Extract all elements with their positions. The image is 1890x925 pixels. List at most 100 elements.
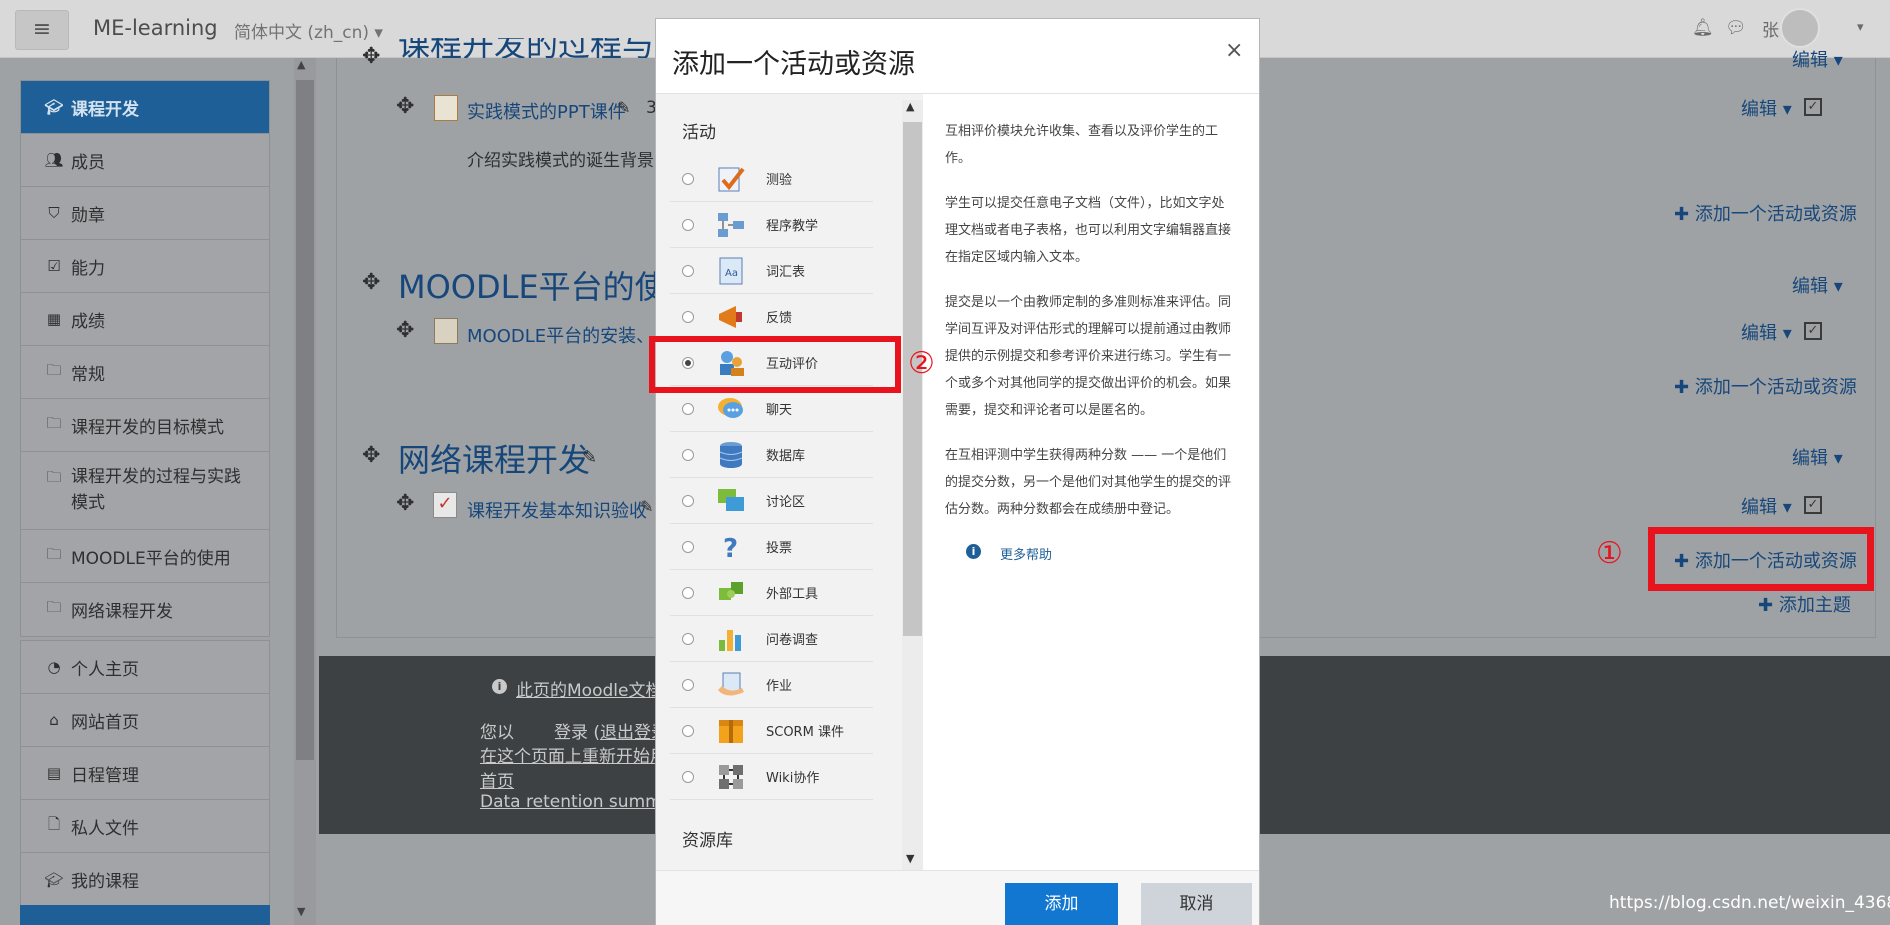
sidebar-item-my-courses[interactable]: 🎓︎ 我的课程 — [21, 853, 269, 906]
module-option-assignment[interactable]: 作业 — [670, 662, 873, 708]
bar-chart-icon — [716, 624, 746, 654]
module-option-feedback[interactable]: 反馈 — [670, 294, 873, 340]
avatar[interactable] — [1780, 8, 1820, 48]
add-topic-link[interactable]: ✚ 添加主题 — [1758, 591, 1851, 617]
sidebar-item-general[interactable]: 🗀 常规 — [21, 346, 269, 399]
folder-icon: 🗀 — [46, 468, 62, 486]
module-option-lesson[interactable]: 程序教学 — [670, 202, 873, 248]
radio-button[interactable] — [682, 264, 694, 277]
move-icon[interactable]: ✥ — [362, 44, 380, 69]
completion-checkbox[interactable]: ✓ — [1804, 322, 1822, 340]
messages-icon[interactable]: 💬︎ — [1725, 18, 1747, 38]
nav-drawer-site: ◔ 个人主页 ⌂ 网站首页 ▤ 日程管理 🗋 私人文件 🎓︎ 我的课程 — [20, 640, 270, 907]
reset-tour-link[interactable]: 在这个页面上重新开始用 — [480, 742, 667, 767]
scroll-down-icon[interactable]: ▼ — [906, 852, 914, 865]
users-icon: 👥︎ — [44, 151, 64, 169]
table-icon: ▦ — [46, 310, 62, 328]
completion-checkbox[interactable]: ✓ — [1804, 496, 1822, 514]
scroll-up-icon[interactable]: ▲ — [906, 100, 914, 113]
sidebar-item-moodle[interactable]: 🗀 MOODLE平台的使用 — [21, 530, 269, 583]
activity-edit-menu[interactable]: 编辑 ▾ — [1741, 95, 1792, 121]
sidebar-item-goal-model[interactable]: 🗀 课程开发的目标模式 — [21, 399, 269, 452]
graduation-cap-icon: 🎓︎ — [44, 98, 64, 116]
user-name[interactable]: 张 — [1762, 16, 1779, 41]
sidebar-item-dashboard[interactable]: ◔ 个人主页 — [21, 641, 269, 694]
module-option-scorm[interactable]: SCORM 课件 — [670, 708, 873, 754]
move-icon[interactable]: ✥ — [396, 318, 414, 343]
module-option-forum[interactable]: 讨论区 — [670, 478, 873, 524]
menu-toggle-icon[interactable]: ≡ — [15, 10, 69, 50]
scroll-up-icon[interactable]: ▲ — [297, 58, 305, 71]
page-file-icon — [434, 318, 458, 344]
language-selector[interactable]: 简体中文 (zh_cn) ▾ — [234, 18, 383, 43]
radio-button[interactable] — [682, 678, 694, 691]
module-option-database[interactable]: 数据库 — [670, 432, 873, 478]
add-activity-link[interactable]: ✚ 添加一个活动或资源 — [1674, 373, 1857, 399]
radio-button[interactable] — [682, 218, 694, 231]
sidebar-item-partial[interactable] — [20, 905, 270, 925]
ppt-file-icon — [434, 95, 458, 121]
radio-button[interactable] — [682, 770, 694, 783]
dashboard-icon: ◔ — [47, 658, 61, 676]
user-menu-chevron-icon[interactable]: ▾ — [1857, 20, 1864, 35]
section-title[interactable]: 网络课程开发 — [398, 435, 590, 481]
radio-button[interactable] — [682, 632, 694, 645]
sidebar-item-participants[interactable]: 👥︎ 成员 — [21, 134, 269, 187]
module-option-quiz[interactable]: 测验 — [670, 156, 873, 202]
sidebar-item-site-home[interactable]: ⌂ 网站首页 — [21, 694, 269, 747]
close-icon[interactable]: × — [1225, 38, 1243, 63]
help-paragraph: 在互相评测中学生获得两种分数 —— 一个是他们的提交分数，另一个是他们对其他学生… — [945, 448, 1232, 517]
moodle-docs-link[interactable]: 此页的Moodle文档 — [516, 676, 662, 701]
sidebar-item-badges[interactable]: ⛉ 勋章 — [21, 187, 269, 240]
activity-description: 介绍实践模式的诞生背景 — [467, 151, 654, 171]
sidebar-item-grades[interactable]: ▦ 成绩 — [21, 293, 269, 346]
add-activity-link[interactable]: ✚ 添加一个活动或资源 — [1674, 200, 1857, 226]
move-icon[interactable]: ✥ — [362, 443, 380, 468]
section-title[interactable]: MOODLE平台的使用 — [398, 262, 699, 308]
cancel-button[interactable]: 取消 — [1141, 883, 1252, 925]
scroll-down-icon[interactable]: ▼ — [297, 905, 305, 918]
move-icon[interactable]: ✥ — [362, 270, 380, 295]
module-option-external-tool[interactable]: 外部工具 — [670, 570, 873, 616]
move-icon[interactable]: ✥ — [396, 94, 414, 119]
more-help-link[interactable]: 更多帮助 — [1000, 544, 1052, 563]
edit-pencil-icon[interactable]: ✎ — [582, 447, 597, 468]
module-option-glossary[interactable]: Aa 词汇表 — [670, 248, 873, 294]
notification-bell-icon[interactable]: 🔔︎ — [1692, 18, 1714, 38]
radio-button[interactable] — [682, 724, 694, 737]
radio-button[interactable] — [682, 402, 694, 415]
site-brand[interactable]: ME-learning — [93, 16, 218, 40]
completion-checkbox[interactable]: ✓ — [1804, 98, 1822, 116]
move-icon[interactable]: ✥ — [396, 491, 414, 516]
radio-button[interactable] — [682, 448, 694, 461]
add-button[interactable]: 添加 — [1005, 883, 1118, 925]
module-option-survey[interactable]: 问卷调查 — [670, 616, 873, 662]
radio-button[interactable] — [682, 310, 694, 323]
home-link[interactable]: 首页 — [480, 767, 514, 792]
radio-button[interactable] — [682, 172, 694, 185]
section-title[interactable]: 课程开发的过程与实 — [398, 38, 686, 58]
sidebar-item-online-course[interactable]: 🗀 网络课程开发 — [21, 583, 269, 636]
sidebar-item-private-files[interactable]: 🗋 私人文件 — [21, 800, 269, 853]
section-edit-menu[interactable]: 编辑 ▾ — [1792, 46, 1843, 72]
edit-pencil-icon[interactable]: ✎ — [640, 497, 653, 516]
sidebar-item-competencies[interactable]: ☑ 能力 — [21, 240, 269, 293]
activity-link[interactable]: 课程开发基本知识验收 — [467, 497, 647, 523]
radio-button[interactable] — [682, 586, 694, 599]
sidebar-item-process-model[interactable]: 🗀 课程开发的过程与实践模式 — [21, 452, 269, 530]
plus-icon: ✚ — [1674, 204, 1690, 225]
edit-pencil-icon[interactable]: ✎ — [617, 98, 630, 117]
section-edit-menu[interactable]: 编辑 ▾ — [1792, 272, 1843, 298]
activity-link[interactable]: 实践模式的PPT课件 — [467, 98, 626, 124]
module-option-wiki[interactable]: Wiki协作 — [670, 754, 873, 800]
section-edit-menu[interactable]: 编辑 ▾ — [1792, 444, 1843, 470]
sidebar-item-course[interactable]: 🎓︎ 课程开发 — [21, 81, 269, 134]
radio-button[interactable] — [682, 494, 694, 507]
sidebar-item-calendar[interactable]: ▤ 日程管理 — [21, 747, 269, 800]
activity-link[interactable]: MOODLE平台的安装、配 — [467, 322, 672, 348]
module-option-choice[interactable]: ? 投票 — [670, 524, 873, 570]
activity-edit-menu[interactable]: 编辑 ▾ — [1741, 493, 1792, 519]
radio-button[interactable] — [682, 540, 694, 553]
sidebar-scrollbar-thumb[interactable] — [296, 80, 314, 760]
activity-edit-menu[interactable]: 编辑 ▾ — [1741, 319, 1792, 345]
